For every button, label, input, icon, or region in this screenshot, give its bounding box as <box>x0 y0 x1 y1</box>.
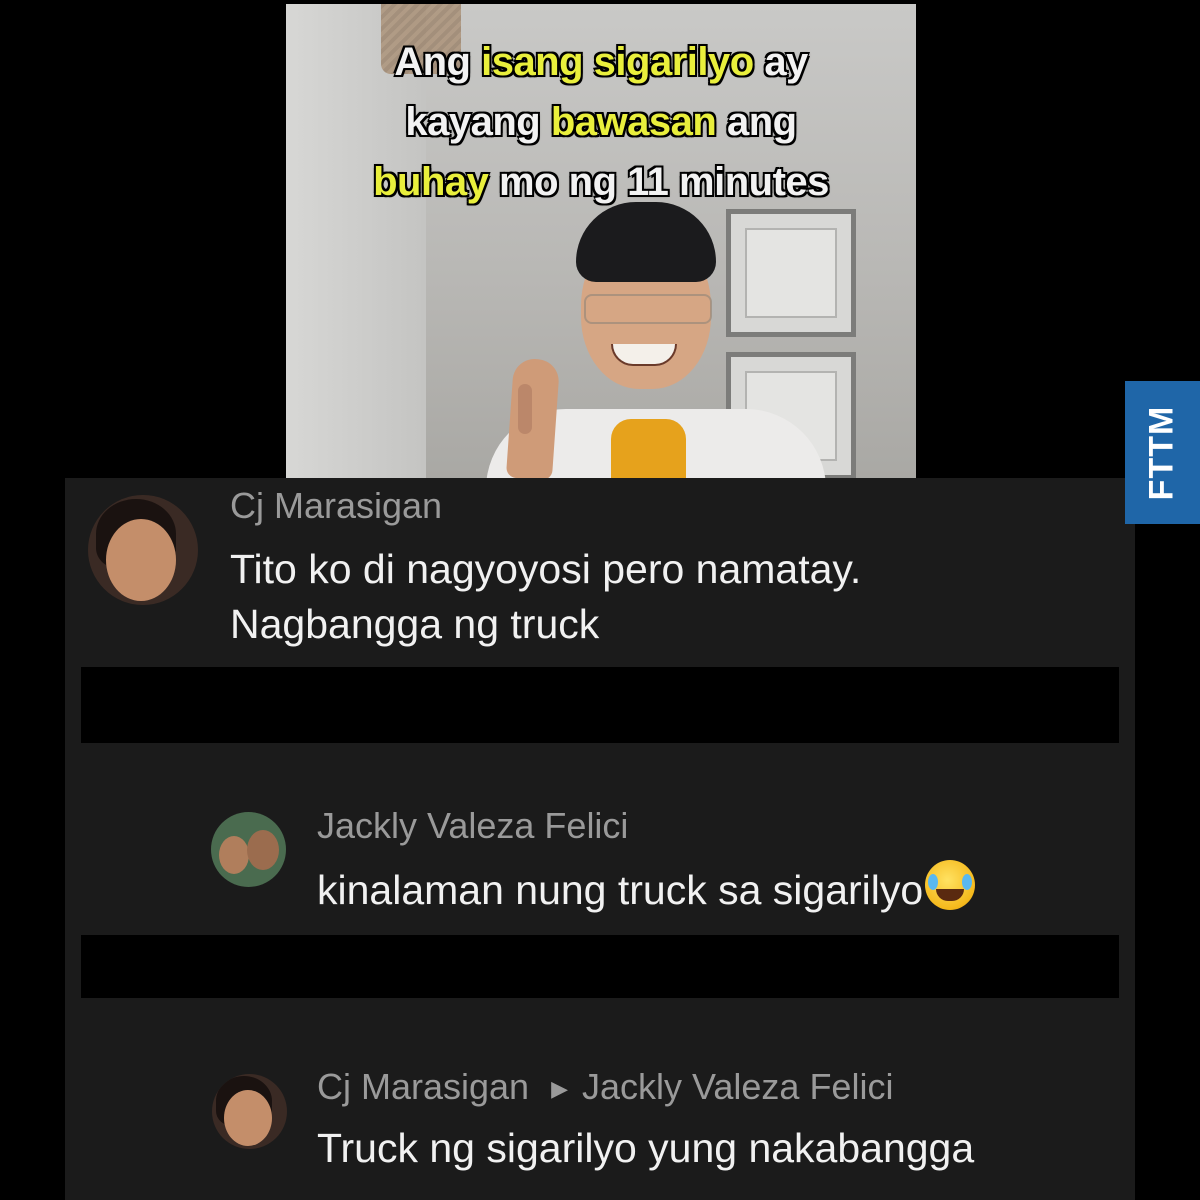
comment-author[interactable]: Cj Marasigan <box>230 486 442 526</box>
comment-text: kinalaman nung truck sa sigarilyo <box>317 860 976 918</box>
presenter-hair <box>576 202 716 282</box>
reply-arrow-icon: ▶ <box>551 1076 569 1102</box>
caption-word: mo ng 11 minutes <box>499 160 829 204</box>
avatar-face <box>219 836 249 874</box>
raised-finger-hand <box>505 357 561 480</box>
comment-line: kinalaman nung truck sa sigarilyo <box>317 867 924 913</box>
reply-to-author[interactable]: Jackly Valeza Felici <box>582 1066 893 1107</box>
comment-text: Tito ko di nagyoyosi pero namatay. Nagba… <box>230 542 861 652</box>
finger-detail <box>518 384 532 434</box>
laughing-emoji-icon <box>925 860 976 910</box>
avatar[interactable] <box>212 1074 287 1149</box>
yellow-shirt <box>611 419 686 480</box>
caption-word: Ang <box>394 40 471 84</box>
video-thumbnail[interactable]: Ang isang sigarilyo ay kayang bawasan an… <box>286 4 916 480</box>
caption-line-3: buhay mo ng 11 minutes <box>286 152 916 212</box>
watermark-text: FTTM <box>1142 405 1181 501</box>
avatar-face <box>247 830 279 870</box>
redaction-bar <box>81 935 1119 998</box>
caption-highlight: buhay <box>373 160 489 204</box>
avatar-face <box>106 519 176 601</box>
caption-word: ay <box>764 40 808 84</box>
caption-highlight: isang sigarilyo <box>481 40 754 84</box>
comment-author[interactable]: Cj Marasigan <box>317 1066 529 1107</box>
presenter-figure <box>426 174 826 480</box>
comment-text: Truck ng sigarilyo yung nakabangga <box>317 1125 975 1171</box>
comment-author-line: Cj Marasigan ▶ Jackly Valeza Felici <box>317 1067 893 1109</box>
caption-line-1: Ang isang sigarilyo ay <box>286 32 916 92</box>
video-caption: Ang isang sigarilyo ay kayang bawasan an… <box>286 32 916 212</box>
avatar[interactable] <box>211 812 286 887</box>
comment-author[interactable]: Jackly Valeza Felici <box>317 806 628 846</box>
glasses <box>584 294 712 324</box>
caption-highlight: bawasan <box>550 100 717 144</box>
comment-line: Tito ko di nagyoyosi pero namatay. <box>230 546 862 592</box>
redaction-bar <box>81 667 1119 743</box>
avatar[interactable] <box>88 495 198 605</box>
watermark-badge: FTTM <box>1125 381 1200 524</box>
avatar-face <box>224 1090 272 1146</box>
comment-line: Nagbangga ng truck <box>230 601 600 647</box>
caption-word: ang <box>726 100 797 144</box>
caption-line-2: kayang bawasan ang <box>286 92 916 152</box>
caption-word: kayang <box>405 100 541 144</box>
